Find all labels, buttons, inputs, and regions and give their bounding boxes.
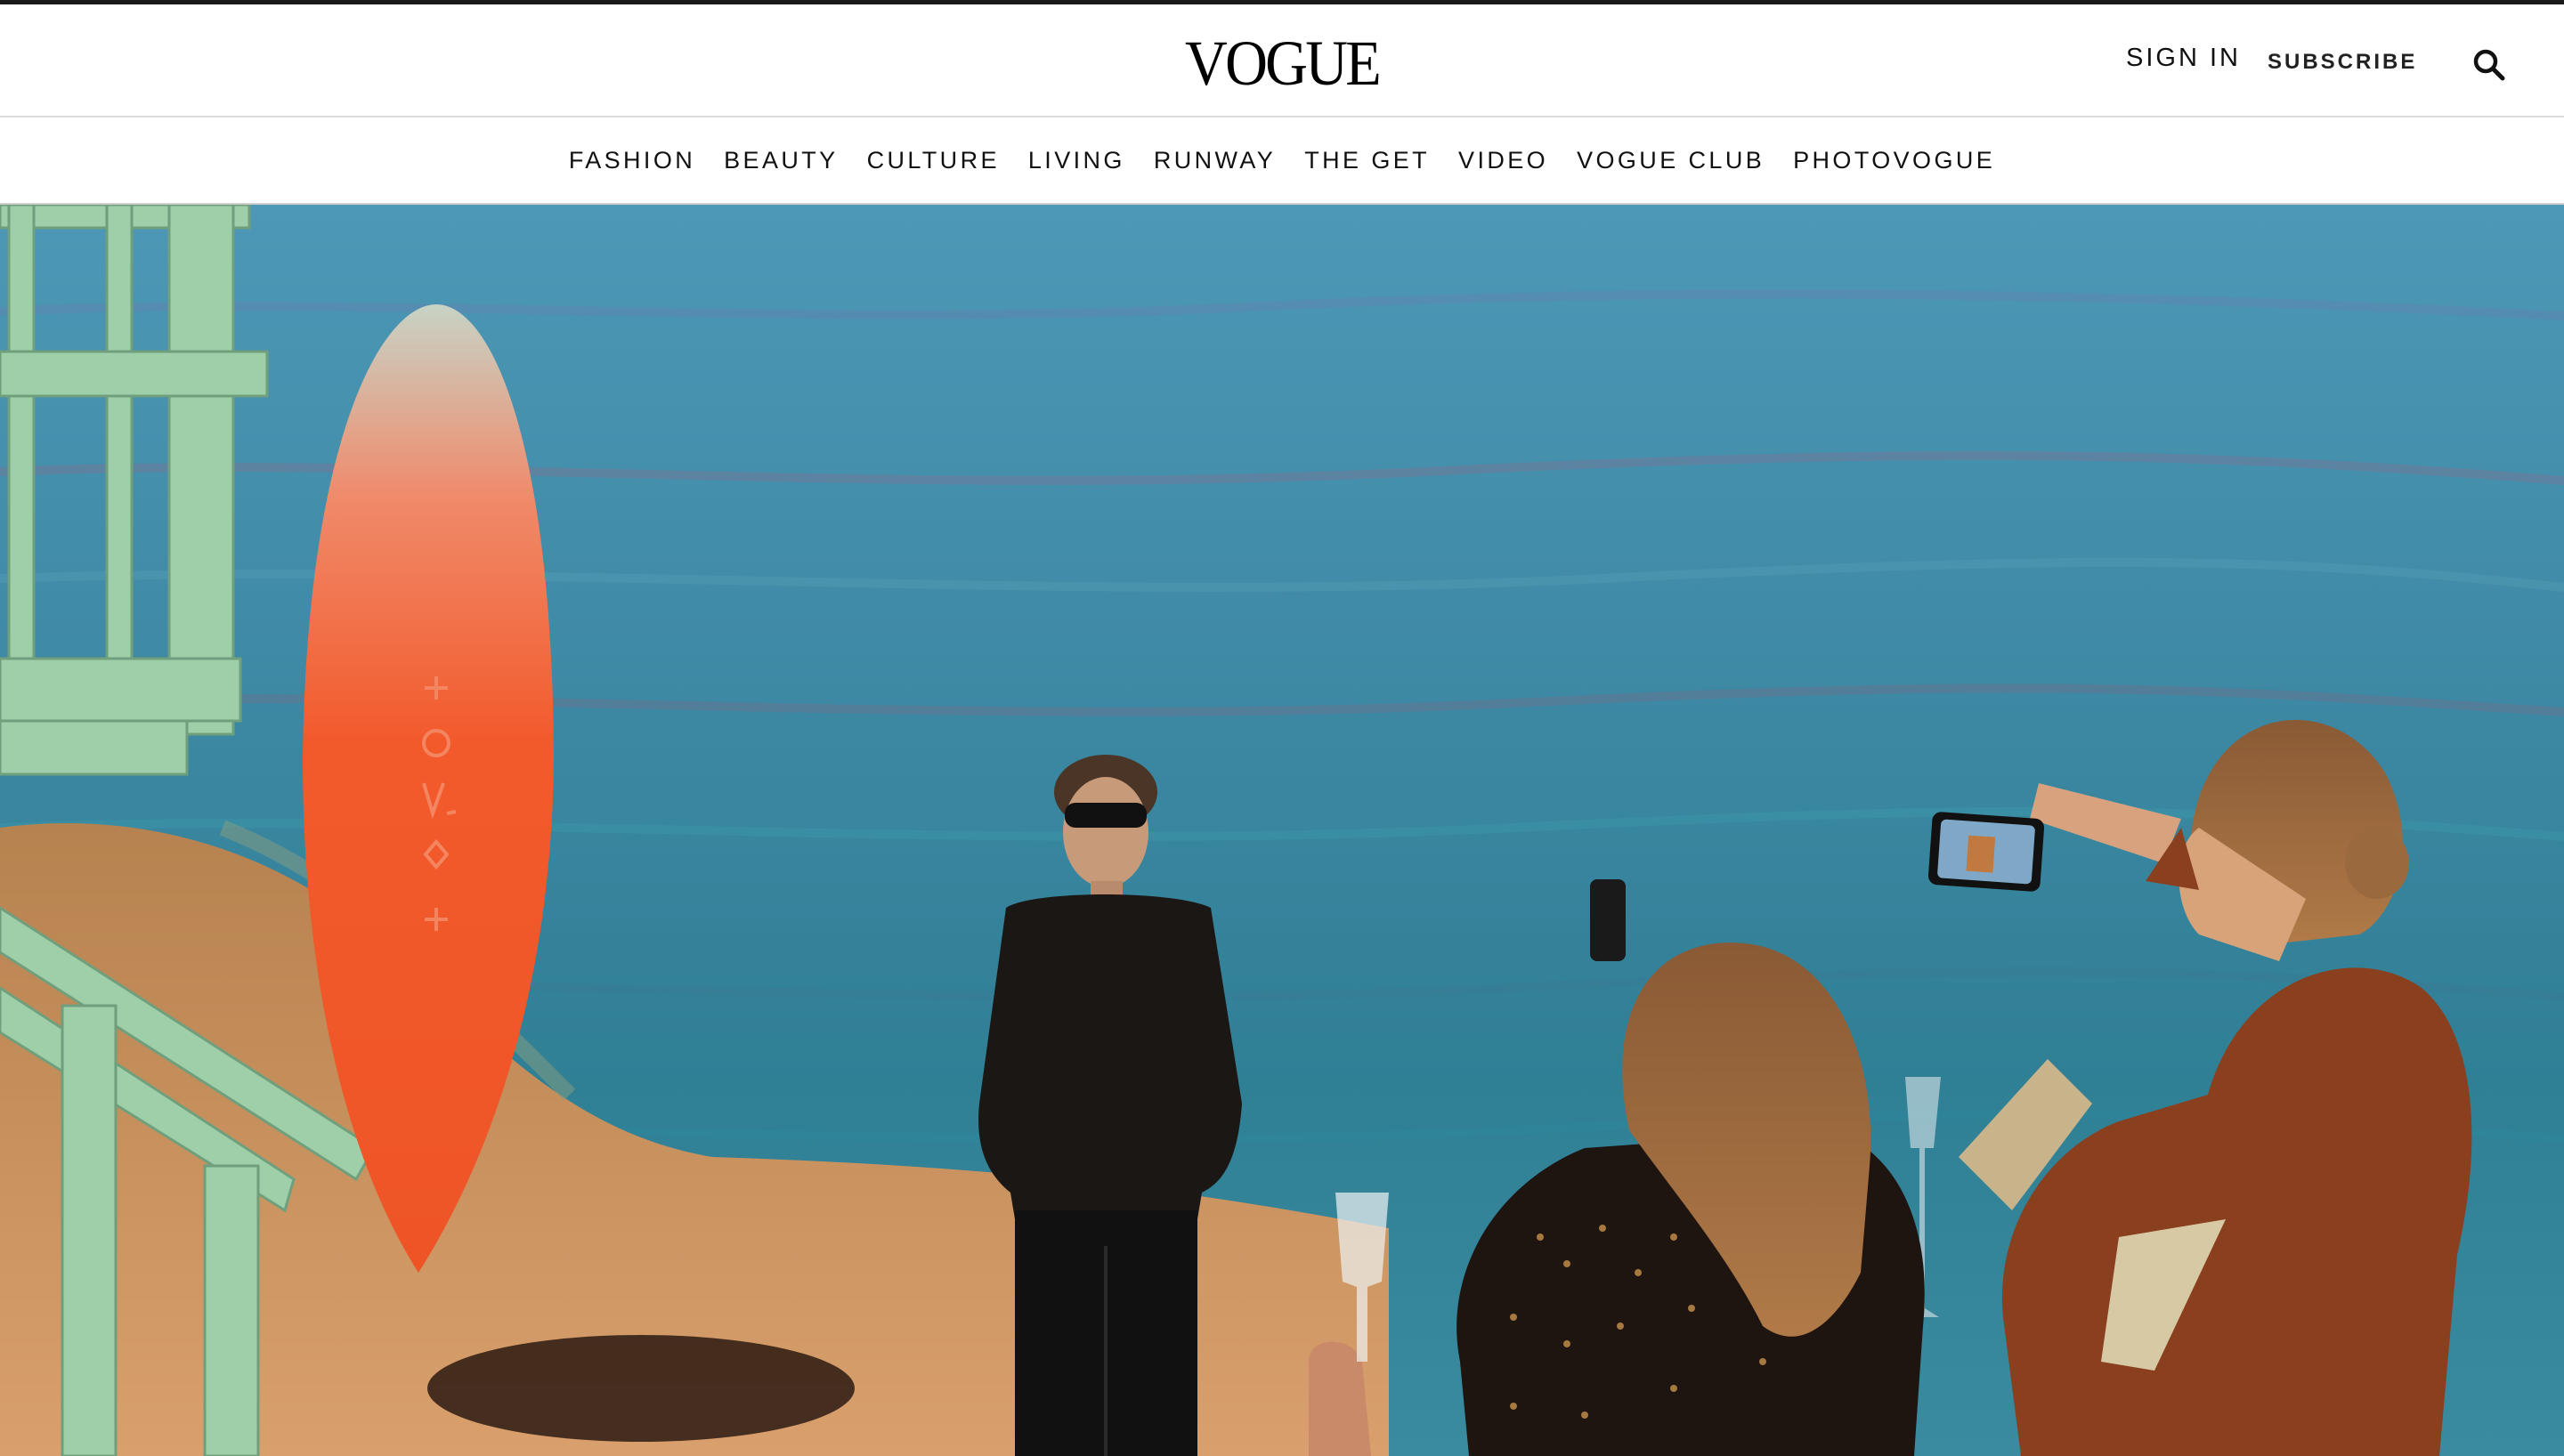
nav-fashion[interactable]: FASHION — [555, 148, 710, 173]
phone-right — [1927, 812, 2045, 892]
hero-image[interactable] — [0, 205, 2564, 1456]
main-navigation: FASHION BEAUTY CULTURE LIVING RUNWAY THE… — [0, 117, 2564, 205]
nav-beauty[interactable]: BEAUTY — [710, 148, 852, 173]
vogue-logo[interactable]: VOGUE — [1185, 28, 1382, 99]
shadow — [427, 1335, 855, 1442]
nav-living[interactable]: LIVING — [1014, 148, 1140, 173]
search-button[interactable] — [2471, 47, 2507, 83]
nav-runway[interactable]: RUNWAY — [1140, 148, 1290, 173]
nav-photovogue[interactable]: PHOTOVOGUE — [1779, 148, 2009, 173]
nav-video[interactable]: VIDEO — [1444, 148, 1562, 173]
site-header: VOGUE SIGN IN SUBSCRIBE — [0, 4, 2564, 117]
nav-the-get[interactable]: THE GET — [1290, 148, 1444, 173]
hero-photo-illustration — [0, 205, 2564, 1456]
nav-culture[interactable]: CULTURE — [853, 148, 1014, 173]
search-icon — [2473, 49, 2505, 81]
sign-in-link[interactable]: SIGN IN — [2126, 45, 2241, 71]
nav-vogue-club[interactable]: VOGUE CLUB — [1562, 148, 1779, 173]
subscribe-link[interactable]: SUBSCRIBE — [2268, 52, 2417, 73]
